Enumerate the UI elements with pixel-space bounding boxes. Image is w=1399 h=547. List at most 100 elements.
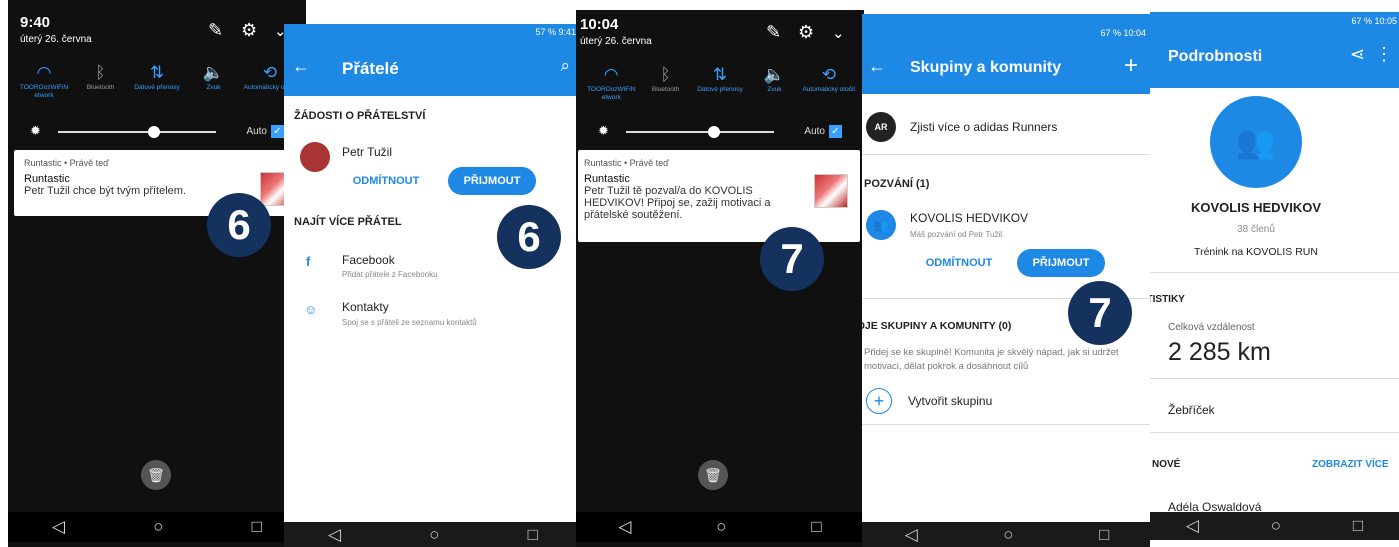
recents-icon[interactable]: □	[1099, 525, 1109, 545]
back-icon[interactable]: ◁	[1186, 516, 1199, 536]
reject-button[interactable]: ODMÍTNOUT	[914, 249, 1004, 277]
status-bar: 67 % 10:04	[1100, 28, 1146, 38]
facebook-sub: Přidat přátele z Facebooku	[342, 270, 438, 279]
tile-bluetooth[interactable]: ᛒ Bluetooth	[638, 64, 692, 102]
trash-icon[interactable]: 🗑	[698, 460, 728, 490]
share-icon[interactable]: ⋖	[1350, 44, 1365, 65]
bluetooth-icon: ᛒ	[660, 65, 671, 84]
step-badge-7b: 7	[1068, 281, 1132, 345]
distance-label: Celková vzdálenost	[1168, 322, 1255, 333]
group-avatar: 👥	[1210, 96, 1302, 188]
tile-data[interactable]: ⇅ Datové přenosy	[693, 64, 747, 102]
tile-rotate[interactable]: ⟲ Automaticky otočit	[802, 64, 856, 102]
wifi-icon: ◠	[36, 63, 52, 82]
tile-sound[interactable]: 🔈 Zvuk	[747, 64, 801, 102]
group-name: KOVOLIS HEDVIKOV	[910, 211, 1029, 225]
details-screen: 67 % 10:05 Podrobnosti ⋖ ⋮ 👥 KOVOLIS HED…	[1150, 12, 1399, 547]
app-bar: 67 % 10:04 ← Skupiny a komunity +	[862, 14, 1152, 94]
pencil-icon[interactable]: ✎	[766, 22, 781, 43]
groups-screen: 67 % 10:04 ← Skupiny a komunity + AR Zji…	[862, 14, 1152, 547]
notification-source: Runtastic • Právě teď	[584, 158, 669, 168]
recents-icon[interactable]: □	[252, 517, 262, 537]
step-badge-6b: 6	[497, 205, 561, 269]
group-name: KOVOLIS HEDVIKOV	[1190, 200, 1322, 215]
auto-checkbox[interactable]: ✓	[271, 125, 284, 138]
tile-wifi[interactable]: ◠ TOOROozWiFiN etwork	[16, 62, 72, 100]
notification-shade-1: 9:40 úterý 26. června ✎ ⚙ ⌄ ◠ TOOROozWiFi…	[8, 0, 306, 547]
sound-icon: 🔈	[202, 63, 225, 82]
nav-bar: ◁ ○ □	[1150, 512, 1399, 540]
back-icon[interactable]: ◁	[328, 525, 341, 545]
back-icon[interactable]: ◁	[52, 517, 65, 537]
brightness-icon: ✹	[598, 123, 609, 138]
reject-button[interactable]: ODMÍTNOUT	[342, 167, 430, 195]
more-icon[interactable]: ⋮	[1375, 44, 1393, 65]
friends-screen: 57 % 9:41 ← Přátelé ⌕ ŽÁDOSTI O PŘÁTELST…	[284, 24, 582, 547]
back-icon[interactable]: ◁	[618, 517, 631, 537]
members-count: 38 členů	[1237, 224, 1275, 235]
step-badge-6a: 6	[207, 193, 271, 257]
status-bar: 57 % 9:41	[535, 27, 576, 37]
clock: 10:04	[580, 16, 619, 33]
trash-icon[interactable]: 🗑	[141, 460, 171, 490]
gear-icon[interactable]: ⚙	[798, 22, 814, 43]
step-badge-7a: 7	[760, 227, 824, 291]
page-title: Skupiny a komunity	[910, 59, 1062, 76]
home-icon[interactable]: ○	[1271, 516, 1281, 536]
tile-bluetooth[interactable]: ᛒ Bluetooth	[73, 62, 129, 100]
home-icon[interactable]: ○	[716, 517, 726, 537]
recents-icon[interactable]: □	[1353, 516, 1363, 536]
back-icon[interactable]: ◁	[905, 525, 918, 545]
auto-checkbox[interactable]: ✓	[829, 125, 842, 138]
create-group-button[interactable]: Vytvořit skupinu	[908, 394, 992, 408]
back-arrow-icon[interactable]: ←	[292, 56, 310, 77]
leaderboard-link[interactable]: Žebříček	[1168, 403, 1215, 417]
wifi-icon: ◠	[603, 65, 619, 84]
data-icon: ⇅	[712, 65, 728, 84]
auto-label: Auto	[804, 126, 825, 138]
chevron-down-icon[interactable]: ⌄	[832, 24, 845, 42]
tile-sound[interactable]: 🔈 Zvuk	[186, 62, 242, 100]
tile-data[interactable]: ⇅ Datové přenosy	[129, 62, 185, 100]
nav-bar: ◁ ○ □	[576, 512, 864, 542]
back-arrow-icon[interactable]: ←	[868, 56, 886, 77]
notification-thumbnail	[814, 174, 848, 208]
recents-icon[interactable]: □	[811, 517, 821, 537]
accept-button[interactable]: PŘIJMOUT	[448, 167, 536, 195]
status-bar: 67 % 10:05	[1351, 16, 1397, 26]
recents-icon[interactable]: □	[528, 525, 538, 545]
adidas-logo: AR	[866, 112, 896, 142]
plus-circle-icon[interactable]: +	[866, 388, 892, 414]
page-title: Podrobnosti	[1168, 48, 1263, 65]
search-icon[interactable]: ⌕	[560, 56, 570, 76]
nav-bar: ◁ ○ □	[862, 522, 1152, 547]
training-text: Trénink na KOVOLIS RUN	[1194, 246, 1318, 258]
show-more-link[interactable]: ZOBRAZIT VÍCE	[1312, 459, 1389, 470]
pencil-icon[interactable]: ✎	[208, 20, 223, 41]
new-header: NOVÉ	[1152, 459, 1181, 470]
facebook-item[interactable]: Facebook	[342, 253, 395, 267]
notification-text: Petr Tužil tě pozval/a do KOVOLIS HEDVIK…	[584, 185, 771, 221]
distance-value: 2 285 km	[1168, 338, 1271, 366]
group-sub: Máš pozvání od Petr Tužil.	[910, 230, 1005, 239]
contacts-icon: ☺	[304, 302, 318, 317]
brightness-slider[interactable]: ✹ Auto ✓	[8, 123, 306, 140]
tile-wifi[interactable]: ◠ TOOROozWiFiN etwork	[584, 64, 638, 102]
brightness-icon: ✹	[30, 123, 41, 138]
home-icon[interactable]: ○	[1003, 525, 1013, 545]
clock: 9:40	[20, 14, 51, 31]
facebook-icon: f	[306, 254, 311, 269]
nav-bar: ◁ ○ □	[284, 522, 582, 547]
home-icon[interactable]: ○	[429, 525, 439, 545]
notification-card[interactable]: Runtastic • Právě teď Runtastic Petr Tuž…	[578, 150, 860, 242]
person-name: Petr Tužil	[342, 145, 393, 159]
gear-icon[interactable]: ⚙	[241, 20, 257, 41]
brightness-slider[interactable]: ✹ Auto ✓	[576, 123, 864, 140]
add-icon[interactable]: +	[1124, 52, 1138, 80]
contacts-item[interactable]: Kontakty	[342, 300, 389, 314]
auto-label: Auto	[246, 126, 267, 138]
accept-button[interactable]: PŘIJMOUT	[1017, 249, 1105, 277]
app-bar: 67 % 10:05 Podrobnosti ⋖ ⋮	[1150, 12, 1399, 88]
home-icon[interactable]: ○	[153, 517, 163, 537]
adidas-runners-link[interactable]: Zjisti více o adidas Runners	[910, 120, 1057, 134]
